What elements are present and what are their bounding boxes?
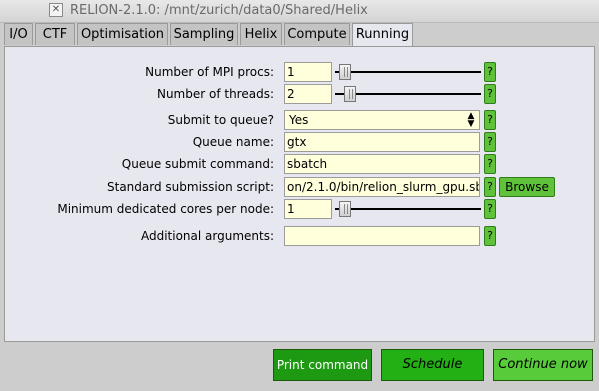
mpi-procs-input[interactable]: 1 (284, 62, 332, 82)
submit-queue-label: Submit to queue? (167, 113, 274, 127)
submit-queue-help-button[interactable]: ? (484, 110, 496, 130)
submit-queue-value: Yes (289, 113, 309, 127)
min-cores-label: Minimum dedicated cores per node: (57, 202, 274, 216)
min-cores-slider-thumb[interactable] (339, 201, 351, 217)
mpi-procs-label: Number of MPI procs: (145, 65, 274, 79)
tab-running[interactable]: Running (352, 23, 413, 47)
queue-command-label: Queue submit command: (121, 157, 274, 171)
continue-now-button[interactable]: Continue now (493, 349, 593, 381)
tab-helix[interactable]: Helix (240, 23, 282, 45)
title-bar: ✕ RELION-2.1.0: /mnt/zurich/data0/Shared… (0, 0, 599, 23)
additional-args-input[interactable] (284, 226, 480, 246)
additional-args-label: Additional arguments: (140, 229, 274, 243)
queue-name-input[interactable]: gtx (284, 132, 480, 152)
threads-slider-track (335, 93, 481, 95)
mpi-procs-help-button[interactable]: ? (484, 62, 496, 82)
min-cores-slider[interactable] (335, 199, 481, 219)
threads-input[interactable]: 2 (284, 84, 332, 104)
queue-name-label: Queue name: (192, 135, 274, 149)
threads-slider[interactable] (335, 84, 481, 104)
running-panel: Number of MPI procs: 1 ? Number of threa… (4, 46, 595, 342)
min-cores-slider-track (335, 208, 481, 210)
tab-ctf[interactable]: CTF (35, 23, 75, 45)
threads-help-button[interactable]: ? (484, 84, 496, 104)
browse-button[interactable]: Browse (499, 177, 555, 197)
select-updown-icon: ▲ ▼ (467, 111, 475, 129)
threads-label: Number of threads: (156, 87, 274, 101)
mpi-procs-slider[interactable] (335, 62, 481, 82)
queue-name-help-button[interactable]: ? (484, 132, 496, 152)
tab-sampling[interactable]: Sampling (170, 23, 238, 45)
window-title: RELION-2.1.0: /mnt/zurich/data0/Shared/H… (70, 3, 368, 18)
submission-script-label: Standard submission script: (107, 180, 274, 194)
queue-command-help-button[interactable]: ? (484, 154, 496, 174)
print-command-button[interactable]: Print command (273, 349, 372, 381)
submit-queue-select[interactable]: Yes ▲ ▼ (284, 110, 480, 130)
tab-io[interactable]: I/O (4, 23, 33, 45)
min-cores-input[interactable]: 1 (284, 199, 332, 219)
schedule-button[interactable]: Schedule (381, 349, 484, 381)
min-cores-help-button[interactable]: ? (484, 199, 496, 219)
tab-optimisation[interactable]: Optimisation (77, 23, 168, 45)
mpi-procs-slider-thumb[interactable] (339, 64, 351, 80)
additional-args-help-button[interactable]: ? (484, 226, 496, 246)
x11-app-icon: ✕ (49, 3, 63, 17)
threads-slider-thumb[interactable] (344, 86, 357, 102)
submission-script-input[interactable]: on/2.1.0/bin/relion_slurm_gpu.sbs (284, 177, 480, 197)
submission-script-help-button[interactable]: ? (484, 177, 496, 197)
mpi-procs-slider-track (335, 71, 481, 73)
tab-compute[interactable]: Compute (284, 23, 350, 45)
queue-command-input[interactable]: sbatch (284, 154, 480, 174)
